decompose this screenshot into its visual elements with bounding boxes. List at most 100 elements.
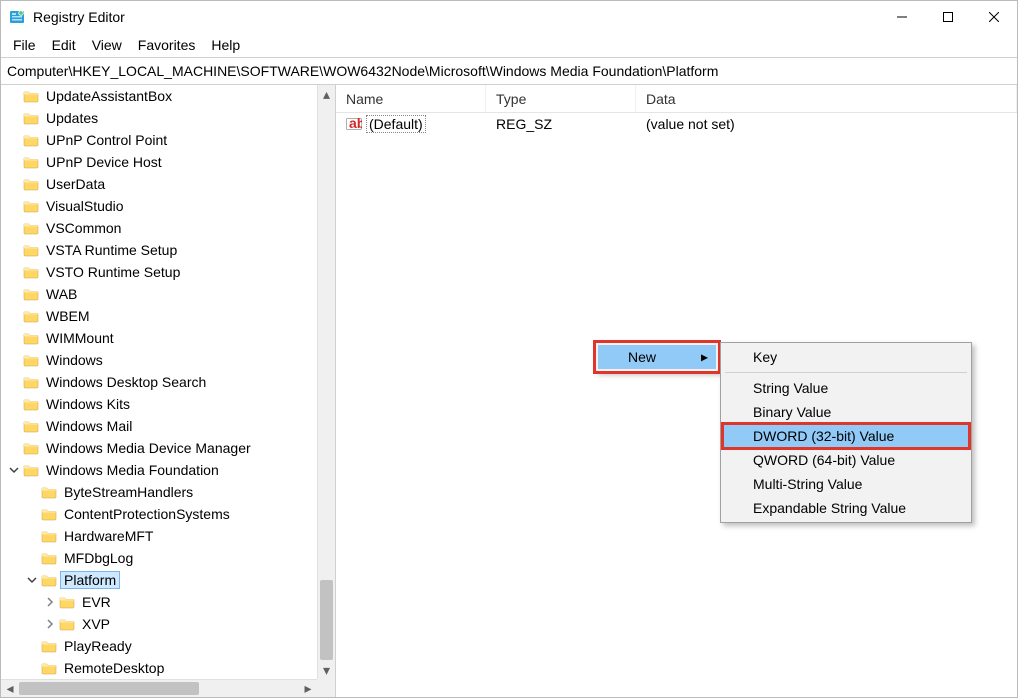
- tree-item[interactable]: Windows Media Foundation: [1, 459, 317, 481]
- folder-icon: [23, 199, 39, 213]
- folder-icon: [41, 661, 57, 675]
- tree-item-label: RemoteDesktop: [61, 660, 167, 676]
- expander-placeholder: [7, 243, 21, 257]
- scroll-down-arrow[interactable]: ▾: [318, 661, 335, 679]
- ctx-key[interactable]: Key: [723, 345, 969, 369]
- tree-item[interactable]: Windows Desktop Search: [1, 371, 317, 393]
- ctx-expandable-string-value[interactable]: Expandable String Value: [723, 496, 969, 520]
- scroll-corner: [317, 679, 335, 697]
- tree-item[interactable]: WBEM: [1, 305, 317, 327]
- ctx-multi-string-value[interactable]: Multi-String Value: [723, 472, 969, 496]
- tree-item[interactable]: WIMMount: [1, 327, 317, 349]
- expander-placeholder: [7, 287, 21, 301]
- tree-horizontal-scrollbar[interactable]: ◂ ▸: [1, 679, 317, 697]
- tree-item[interactable]: VSTO Runtime Setup: [1, 261, 317, 283]
- registry-editor-window: Registry Editor File Edit View Favorites…: [0, 0, 1018, 698]
- registry-tree[interactable]: UpdateAssistantBox UpdatesUPnP Control Po…: [1, 85, 335, 697]
- tree-item[interactable]: Windows Kits: [1, 393, 317, 415]
- tree-vertical-scrollbar[interactable]: ▴ ▾: [317, 85, 335, 679]
- ctx-string-value[interactable]: String Value: [723, 376, 969, 400]
- tree-item-label: UpdateAssistantBox: [43, 88, 175, 104]
- chevron-down-icon[interactable]: [25, 573, 39, 587]
- menu-favorites[interactable]: Favorites: [130, 35, 204, 55]
- expander-placeholder: [7, 265, 21, 279]
- close-button[interactable]: [971, 1, 1017, 33]
- column-type[interactable]: Type: [486, 85, 636, 112]
- ctx-new-label: New: [628, 349, 656, 365]
- column-name[interactable]: Name: [336, 85, 486, 112]
- values-header: Name Type Data: [336, 85, 1017, 113]
- ctx-qword-value[interactable]: QWORD (64-bit) Value: [723, 448, 969, 472]
- tree-item-label: Platform: [61, 572, 119, 588]
- tree-item[interactable]: UPnP Control Point: [1, 129, 317, 151]
- folder-icon: [23, 375, 39, 389]
- chevron-down-icon[interactable]: [7, 463, 21, 477]
- expander-placeholder: [25, 529, 39, 543]
- tree-item[interactable]: HardwareMFT: [1, 525, 317, 547]
- menu-file[interactable]: File: [5, 35, 44, 55]
- tree-item[interactable]: VisualStudio: [1, 195, 317, 217]
- folder-icon: [23, 133, 39, 147]
- tree-item[interactable]: PlayReady: [1, 635, 317, 657]
- tree-item-label: Windows Mail: [43, 418, 135, 434]
- folder-icon: [23, 155, 39, 169]
- tree-item-label: PlayReady: [61, 638, 135, 654]
- column-data[interactable]: Data: [636, 85, 1017, 112]
- tree-item[interactable]: Updates: [1, 107, 317, 129]
- ctx-binary-value[interactable]: Binary Value: [723, 400, 969, 424]
- tree-item[interactable]: ByteStreamHandlers: [1, 481, 317, 503]
- menu-edit[interactable]: Edit: [44, 35, 84, 55]
- tree-item[interactable]: Windows Media Device Manager: [1, 437, 317, 459]
- scroll-left-arrow[interactable]: ◂: [1, 680, 19, 697]
- value-type: REG_SZ: [486, 116, 636, 132]
- tree-item[interactable]: UpdateAssistantBox: [1, 85, 317, 107]
- expander-placeholder: [7, 419, 21, 433]
- scroll-thumb[interactable]: [320, 580, 333, 660]
- context-submenu-new: Key String Value Binary Value DWORD (32-…: [720, 342, 972, 523]
- tree-item[interactable]: VSTA Runtime Setup: [1, 239, 317, 261]
- tree-item-label: WBEM: [43, 308, 93, 324]
- tree-item[interactable]: EVR: [1, 591, 317, 613]
- tree-item[interactable]: ContentProtectionSystems: [1, 503, 317, 525]
- tree-item[interactable]: WAB: [1, 283, 317, 305]
- folder-icon: [23, 243, 39, 257]
- string-value-icon: ab: [346, 116, 362, 132]
- regedit-icon: [9, 9, 25, 25]
- minimize-button[interactable]: [879, 1, 925, 33]
- folder-icon: [23, 419, 39, 433]
- tree-item-label: VSTO Runtime Setup: [43, 264, 183, 280]
- tree-item[interactable]: VSCommon: [1, 217, 317, 239]
- tree-item-label: WIMMount: [43, 330, 117, 346]
- tree-item[interactable]: XVP: [1, 613, 317, 635]
- tree-item[interactable]: Windows: [1, 349, 317, 371]
- scroll-thumb-h[interactable]: [19, 682, 199, 695]
- value-row[interactable]: ab (Default) REG_SZ (value not set): [336, 113, 1017, 135]
- tree-item[interactable]: MFDbgLog: [1, 547, 317, 569]
- tree-item[interactable]: Platform: [1, 569, 317, 591]
- folder-icon: [41, 639, 57, 653]
- folder-icon: [41, 507, 57, 521]
- expander-placeholder: [7, 353, 21, 367]
- menubar: File Edit View Favorites Help: [1, 33, 1017, 57]
- menu-help[interactable]: Help: [203, 35, 248, 55]
- scroll-right-arrow[interactable]: ▸: [299, 680, 317, 697]
- tree-item-label: VSCommon: [43, 220, 124, 236]
- tree-item-label: UserData: [43, 176, 108, 192]
- maximize-button[interactable]: [925, 1, 971, 33]
- scroll-up-arrow[interactable]: ▴: [318, 85, 335, 103]
- chevron-right-icon[interactable]: [43, 595, 57, 609]
- address-bar[interactable]: Computer\HKEY_LOCAL_MACHINE\SOFTWARE\WOW…: [1, 57, 1017, 85]
- menu-view[interactable]: View: [84, 35, 130, 55]
- ctx-dword-value[interactable]: DWORD (32-bit) Value: [723, 424, 969, 448]
- folder-icon: [41, 485, 57, 499]
- tree-item[interactable]: RemoteDesktop: [1, 657, 317, 679]
- tree-item[interactable]: Windows Mail: [1, 415, 317, 437]
- tree-item-label: Windows Kits: [43, 396, 133, 412]
- tree-item[interactable]: UPnP Device Host: [1, 151, 317, 173]
- folder-icon: [23, 287, 39, 301]
- folder-icon: [59, 617, 75, 631]
- body: UpdateAssistantBox UpdatesUPnP Control Po…: [1, 85, 1017, 697]
- chevron-right-icon[interactable]: [43, 617, 57, 631]
- ctx-new[interactable]: New ▸: [598, 345, 716, 369]
- tree-item[interactable]: UserData: [1, 173, 317, 195]
